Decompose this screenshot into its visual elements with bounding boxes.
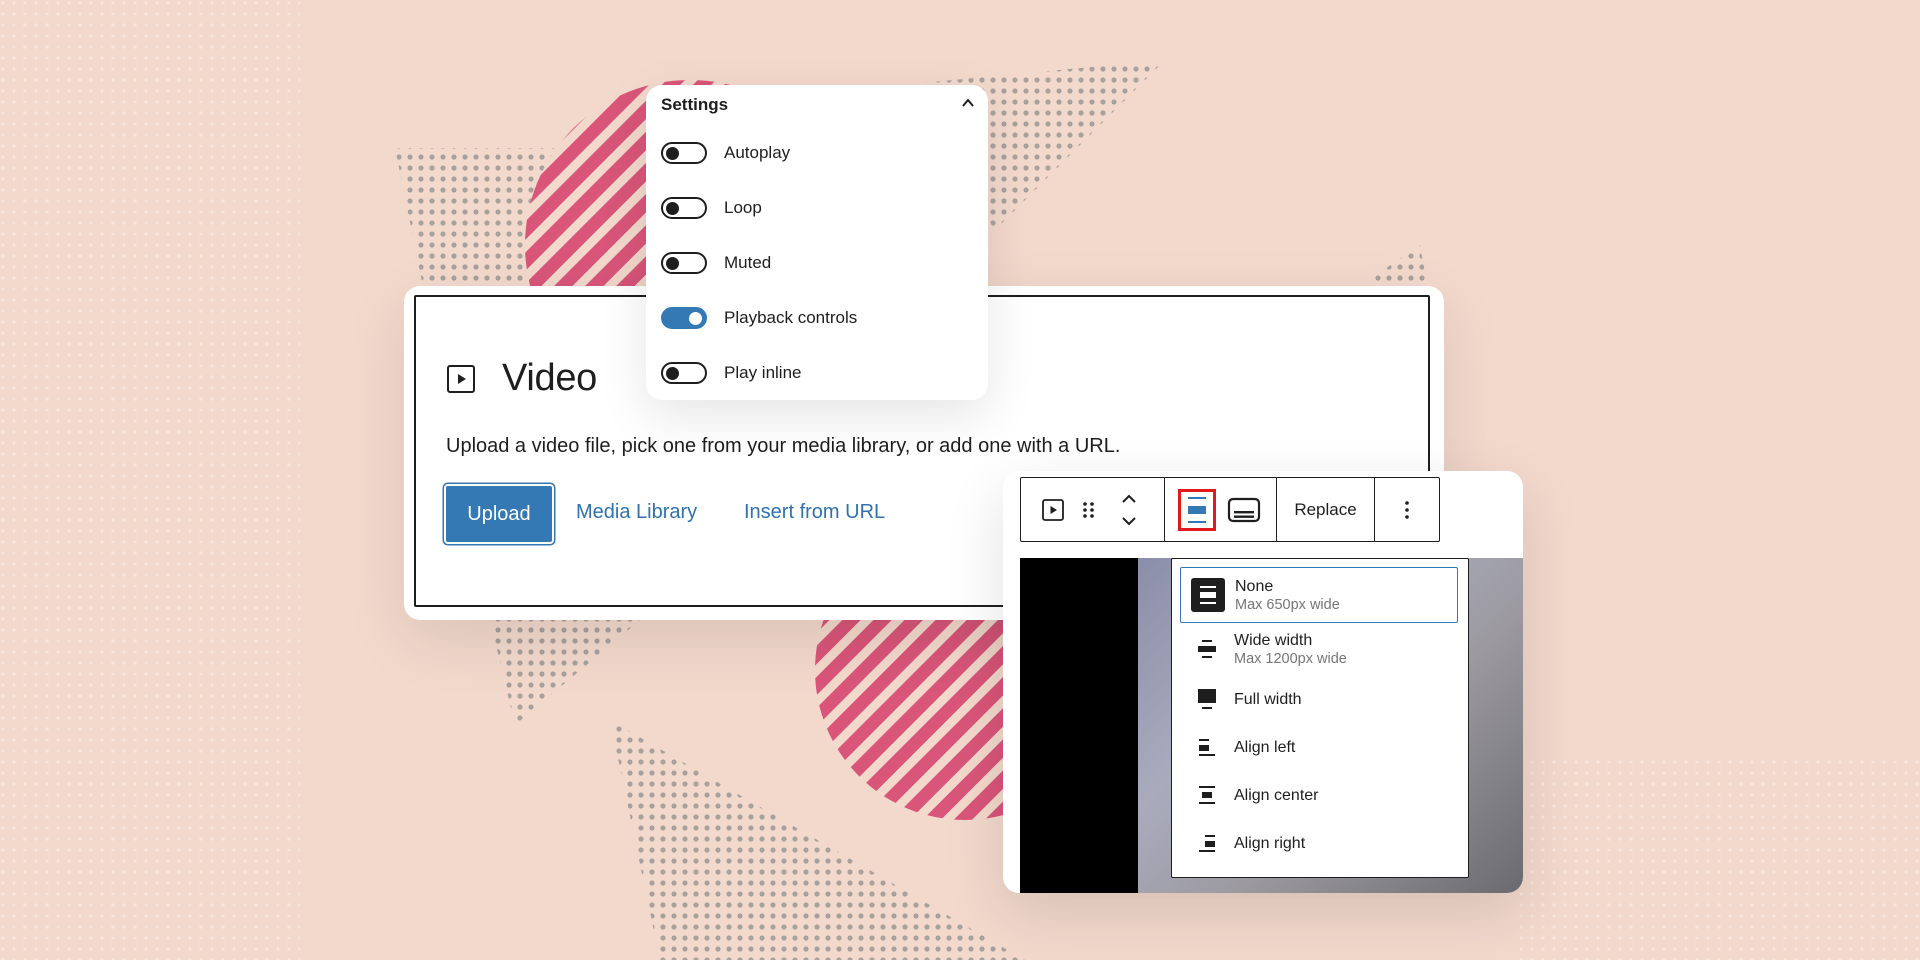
align-button[interactable] [1177,488,1216,531]
move-up-down-button[interactable] [1109,478,1149,541]
setting-label: Autoplay [724,143,791,162]
block-toolbar: Replace [1020,477,1440,542]
playback-controls-toggle[interactable] [661,307,707,329]
play-inline-setting[interactable]: Play inline [661,361,802,385]
loop-toggle[interactable] [661,197,707,219]
move-up-down-icon [1122,494,1136,525]
align-full-option[interactable]: Full width [1180,679,1458,719]
video-play-icon [447,364,475,393]
setting-label: Loop [724,198,762,217]
more-vertical-icon [1404,500,1409,519]
option-label: None [1235,577,1274,595]
option-label: Align center [1234,786,1319,804]
option-description: Max 650px wide [1235,596,1340,613]
muted-setting[interactable]: Muted [661,251,771,275]
option-label: Align left [1234,738,1296,756]
caption-icon [1227,497,1260,522]
media-library-link[interactable]: Media Library [576,501,697,524]
video-block-description: Upload a video file, pick one from your … [446,435,1121,457]
align-left-option[interactable]: Align left [1180,727,1458,767]
toolbar-options-group [1375,478,1438,541]
video-block-title: Video [502,357,598,399]
align-none-icon [1200,586,1216,604]
video-letterbox [1020,558,1138,893]
loop-setting[interactable]: Loop [661,196,762,220]
upload-button[interactable]: Upload [446,486,552,542]
more-options-button[interactable] [1403,478,1411,541]
toolbar-align-group [1165,478,1277,541]
autoplay-toggle[interactable] [661,142,707,164]
video-play-icon [1042,498,1064,521]
insert-from-url-link[interactable]: Insert from URL [744,501,885,524]
align-wide-icon [1198,640,1216,658]
toolbar-block-group [1021,478,1165,541]
align-left-icon [1199,739,1215,756]
toolbar-replace-group: Replace [1277,478,1375,541]
drag-handle-button[interactable] [1069,478,1109,541]
autoplay-setting[interactable]: Autoplay [661,141,790,165]
align-right-option[interactable]: Align right [1180,823,1458,863]
setting-label: Play inline [724,363,802,382]
align-none-option[interactable]: None Max 650px wide [1180,567,1458,623]
video-block-header: Video [446,357,597,400]
settings-title: Settings [661,95,729,114]
align-center-option[interactable]: Align center [1180,775,1458,815]
align-right-icon [1199,835,1215,852]
caption-button[interactable] [1224,478,1264,541]
option-label: Full width [1234,690,1302,708]
replace-button[interactable]: Replace [1279,500,1371,520]
settings-panel: Settings Autoplay Loop Muted Playback co… [646,85,988,400]
chevron-up-icon[interactable] [960,95,976,111]
align-center-icon [1199,786,1215,804]
play-inline-toggle[interactable] [661,362,707,384]
block-type-button[interactable] [1037,478,1069,541]
align-full-icon [1198,689,1216,709]
setting-label: Muted [724,253,772,272]
option-description: Max 1200px wide [1234,650,1347,667]
align-wide-option[interactable]: Wide width Max 1200px wide [1180,621,1458,677]
muted-toggle[interactable] [661,252,707,274]
align-none-icon [1187,496,1206,523]
setting-label: Playback controls [724,308,858,327]
drag-handle-icon [1083,501,1094,518]
dotted-triangle-left [490,620,640,725]
playback-controls-setting[interactable]: Playback controls [661,306,857,330]
alignment-menu: None Max 650px wide Wide width Max 1200p… [1171,558,1469,878]
option-label: Align right [1234,834,1306,852]
option-label: Wide width [1234,631,1313,649]
